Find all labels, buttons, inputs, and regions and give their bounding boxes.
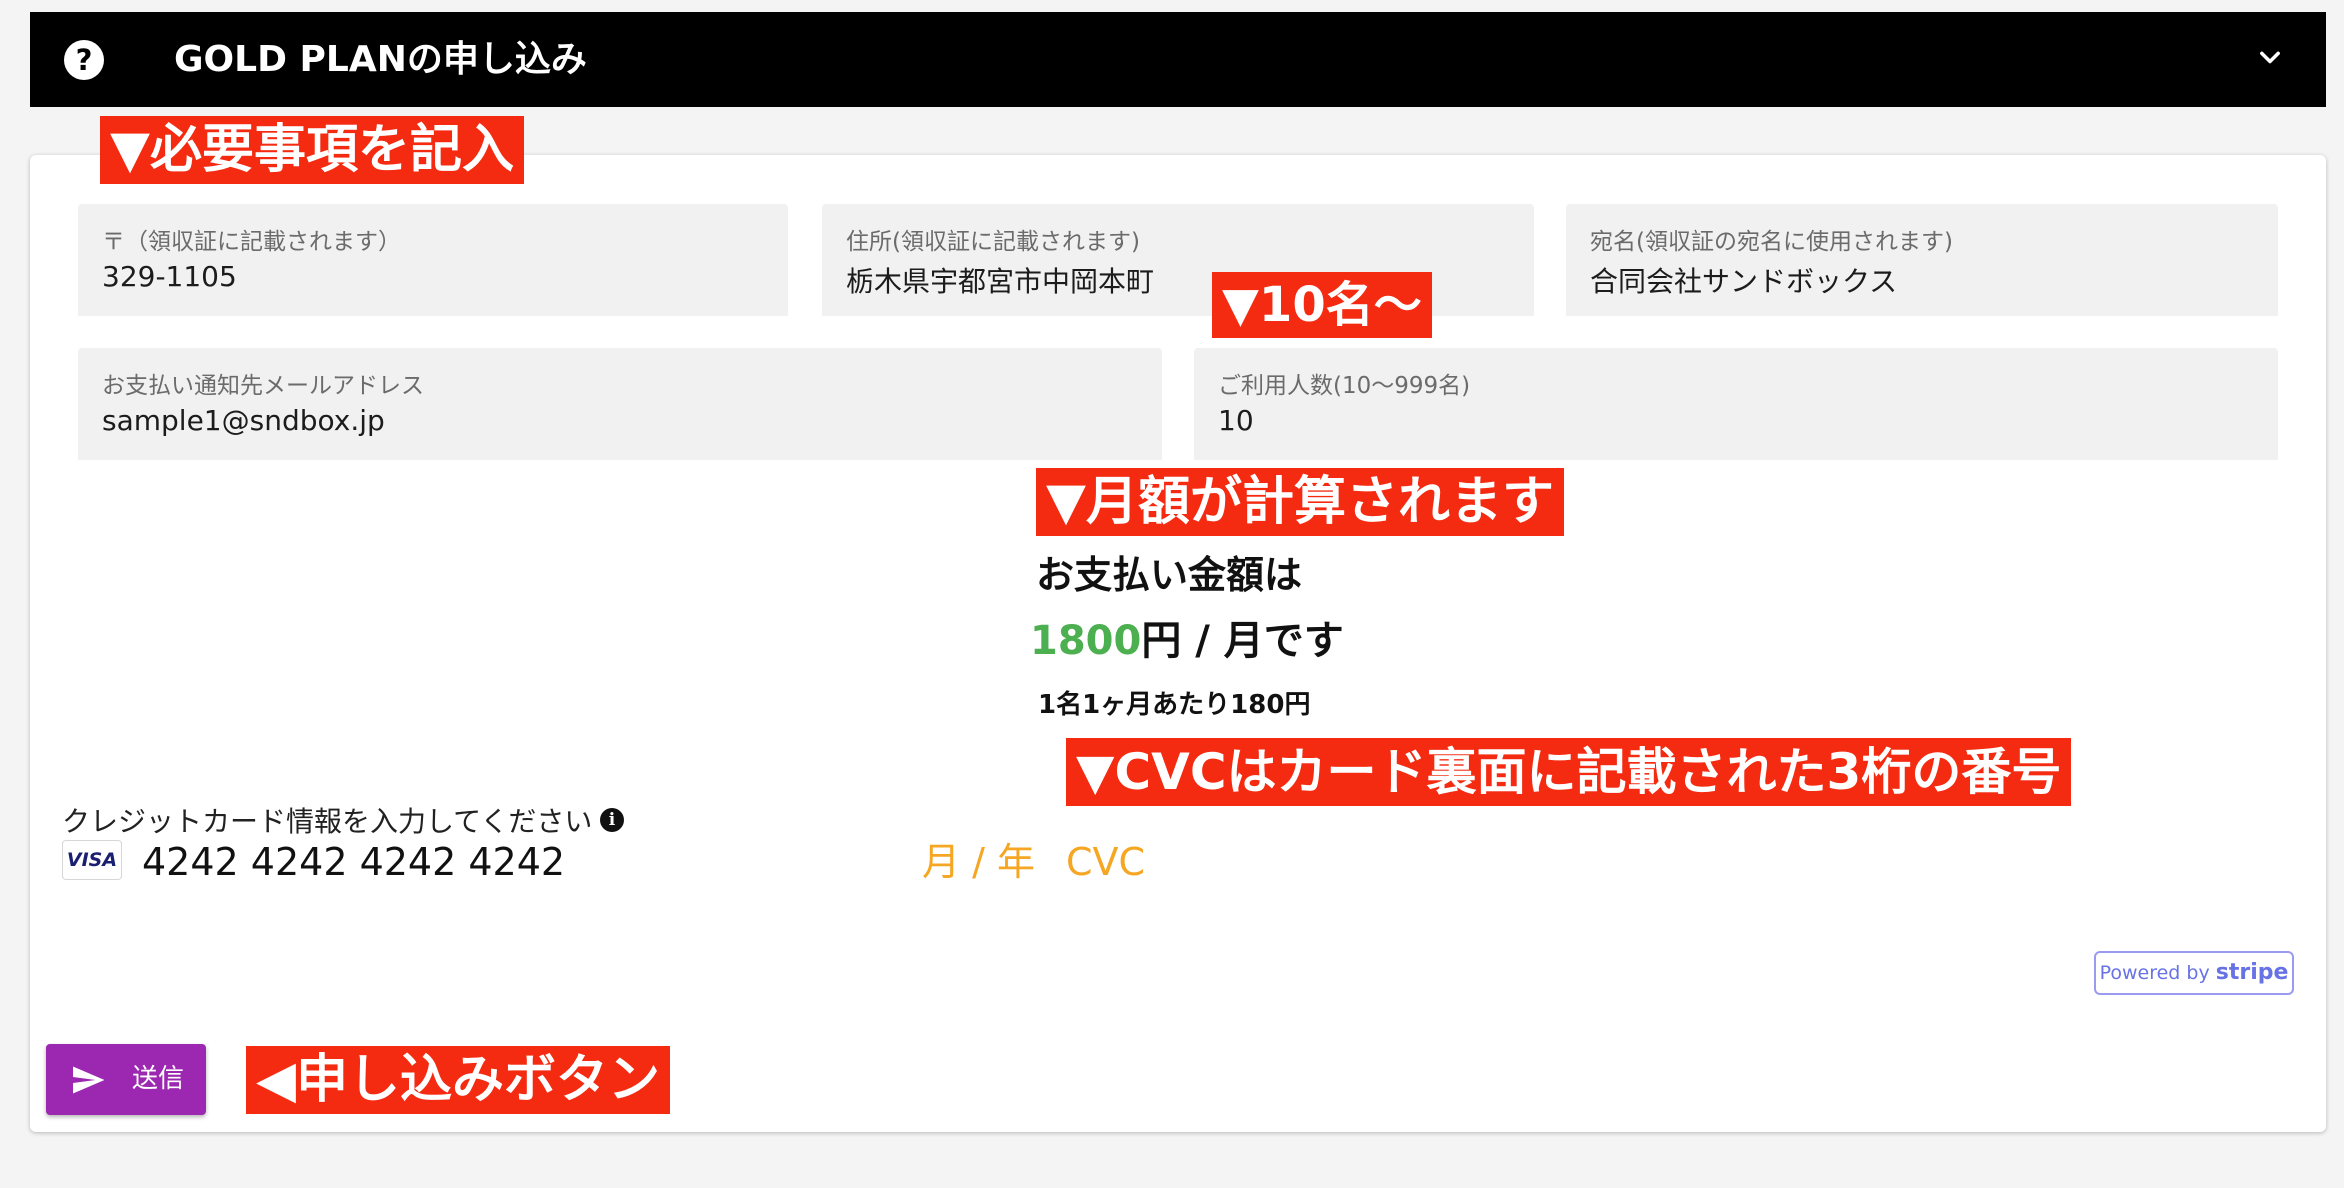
postal-code-field[interactable]: 〒（領収証に記載されます） 329-1105 xyxy=(78,204,788,316)
postal-code-value: 329-1105 xyxy=(102,260,237,293)
address-value: 栃木県宇都宮市中岡本町 xyxy=(846,265,1155,298)
user-count-value: 10 xyxy=(1218,404,1254,437)
card-cvc-input[interactable]: CVC xyxy=(1066,840,1145,884)
address-label: 住所(領収証に記載されます) xyxy=(846,229,1140,255)
info-circle-icon[interactable]: i xyxy=(600,808,624,832)
annotation-submit: ◀申し込みボタン xyxy=(246,1046,670,1114)
monthly-amount-value: 1800 xyxy=(1030,618,1142,664)
annotation-fill-required: ▼必要事項を記入 xyxy=(100,116,524,184)
email-field[interactable]: お支払い通知先メールアドレス sample1@sndbox.jp xyxy=(78,348,1162,460)
monthly-amount: 1800円 / 月です xyxy=(1030,608,1344,666)
email-value: sample1@sndbox.jp xyxy=(102,404,385,437)
per-person-price: 1名1ヶ月あたり180円 xyxy=(1038,690,1311,720)
card-expiry-input[interactable]: 月 / 年 xyxy=(922,840,1035,884)
payment-amount-heading: お支払い金額は xyxy=(1036,553,1303,597)
stripe-logo: stripe xyxy=(2215,960,2289,985)
postal-code-label: 〒（領収証に記載されます） xyxy=(102,229,401,255)
powered-by-stripe-badge[interactable]: Powered by stripe xyxy=(2094,951,2294,995)
credit-card-label: クレジットカード情報を入力してください xyxy=(62,805,593,838)
submit-label: 送信 xyxy=(132,1064,185,1094)
email-label: お支払い通知先メールアドレス xyxy=(102,373,424,399)
submit-button[interactable]: 送信 xyxy=(46,1044,206,1115)
card-number-input[interactable]: 4242 4242 4242 4242 xyxy=(142,840,565,884)
annotation-monthly-calc: ▼月額が計算されます xyxy=(1036,468,1564,536)
annotation-cvc: ▼CVCはカード裏面に記載された3桁の番号 xyxy=(1066,738,2072,806)
user-count-label: ご利用人数(10〜999名) xyxy=(1218,373,1471,399)
recipient-name-field[interactable]: 宛名(領収証の宛名に使用されます) 合同会社サンドボックス xyxy=(1566,204,2278,316)
chevron-down-icon[interactable] xyxy=(2256,44,2284,72)
recipient-name-label: 宛名(領収証の宛名に使用されます) xyxy=(1590,229,1953,255)
user-count-field[interactable]: ご利用人数(10〜999名) 10 xyxy=(1194,348,2278,460)
powered-by-text: Powered by xyxy=(2099,962,2210,984)
monthly-amount-suffix: 円 / 月です xyxy=(1141,618,1344,664)
annotation-ten-people: ▼10名〜 xyxy=(1212,272,1432,338)
question-circle-icon: ? xyxy=(64,40,104,80)
panel-title: GOLD PLANの申し込み xyxy=(174,39,587,80)
recipient-name-value: 合同会社サンドボックス xyxy=(1590,265,1898,298)
send-icon xyxy=(73,1066,105,1094)
visa-card-icon: VISA xyxy=(62,840,122,880)
